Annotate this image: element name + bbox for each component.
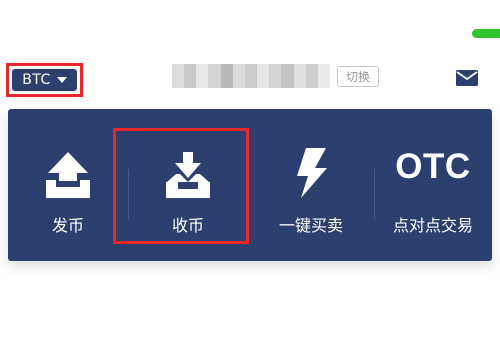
otc-trade-action[interactable]: OTC 点对点交易 bbox=[374, 109, 492, 261]
quick-trade-label: 一键买卖 bbox=[278, 216, 343, 235]
send-coin-icon bbox=[46, 152, 90, 198]
receive-coin-label: 收币 bbox=[171, 216, 204, 235]
coin-selector-button[interactable]: BTC bbox=[12, 69, 77, 91]
caret-down-icon bbox=[56, 77, 67, 83]
mail-icon[interactable] bbox=[455, 68, 479, 88]
otc-icon-text: OTC bbox=[395, 147, 471, 186]
receive-coin-icon bbox=[166, 152, 210, 198]
quick-actions-panel: 发币 收币 一键买卖 OTC 点对点交易 bbox=[8, 109, 492, 261]
lightning-icon bbox=[297, 148, 327, 198]
switch-account-button[interactable]: 切换 bbox=[337, 66, 379, 87]
send-coin-action[interactable]: 发币 bbox=[8, 109, 128, 261]
switch-account-label: 切换 bbox=[345, 70, 370, 84]
send-coin-label: 发币 bbox=[51, 216, 84, 235]
coin-selector-highlight[interactable]: BTC bbox=[6, 63, 83, 97]
otc-trade-label: 点对点交易 bbox=[392, 216, 473, 235]
quick-trade-action[interactable]: 一键买卖 bbox=[248, 109, 374, 261]
status-indicator bbox=[472, 29, 500, 38]
account-name-obscured bbox=[172, 64, 331, 88]
coin-selector-label: BTC bbox=[22, 72, 51, 88]
receive-coin-action[interactable]: 收币 bbox=[128, 109, 248, 261]
